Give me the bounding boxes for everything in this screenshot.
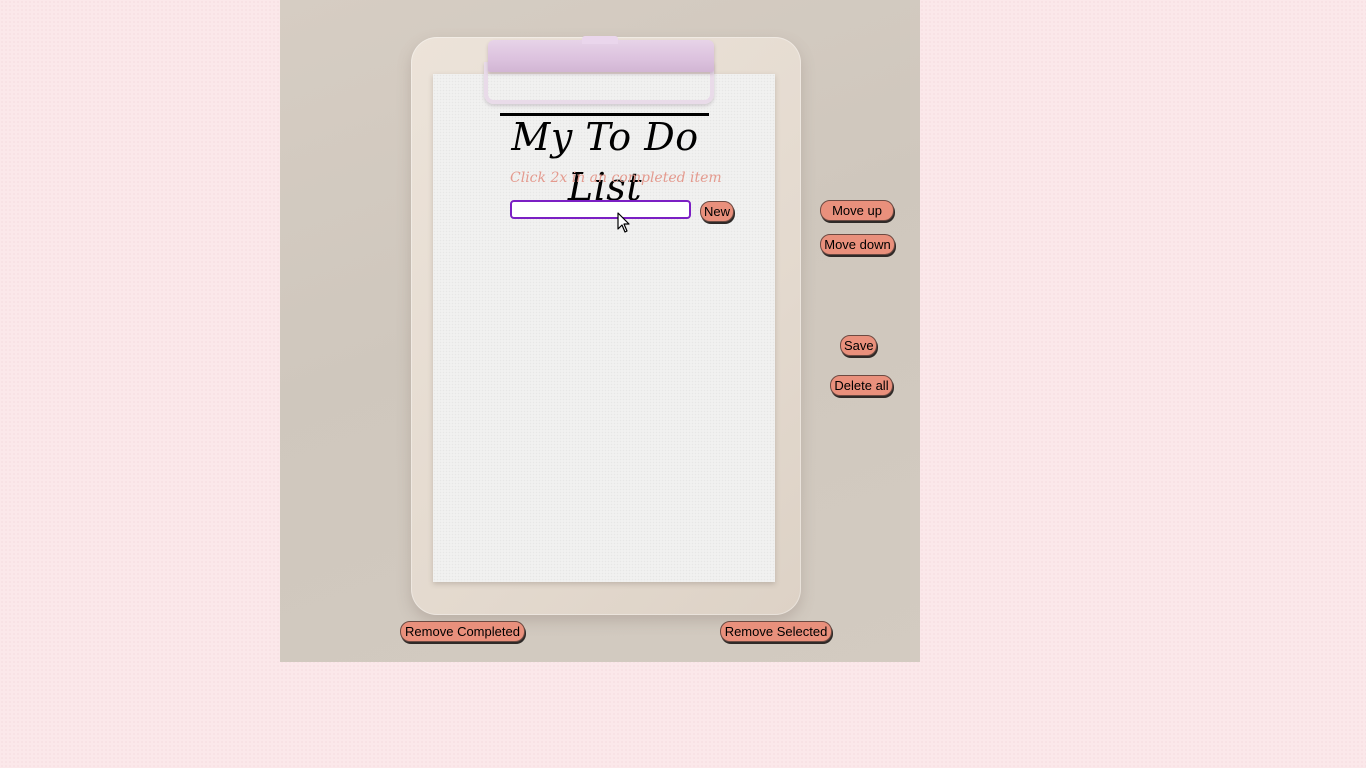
- clip-top: [488, 40, 714, 72]
- new-item-input[interactable]: [510, 200, 691, 219]
- remove-selected-button[interactable]: Remove Selected: [720, 621, 832, 642]
- page-title: My To Do List: [511, 115, 699, 209]
- page-subtitle: Click 2x in an completed item: [510, 170, 722, 186]
- clip-tab: [582, 36, 618, 44]
- new-button[interactable]: New: [700, 201, 734, 222]
- save-button[interactable]: Save: [840, 335, 877, 356]
- move-down-button[interactable]: Move down: [820, 234, 895, 255]
- remove-completed-button[interactable]: Remove Completed: [400, 621, 525, 642]
- mouse-pointer-icon: [617, 212, 631, 234]
- move-up-button[interactable]: Move up: [820, 200, 894, 221]
- delete-all-button[interactable]: Delete all: [830, 375, 893, 396]
- clipboard-backdrop: My To Do List Click 2x in an completed i…: [280, 0, 920, 662]
- clipboard-clip: [476, 36, 726, 106]
